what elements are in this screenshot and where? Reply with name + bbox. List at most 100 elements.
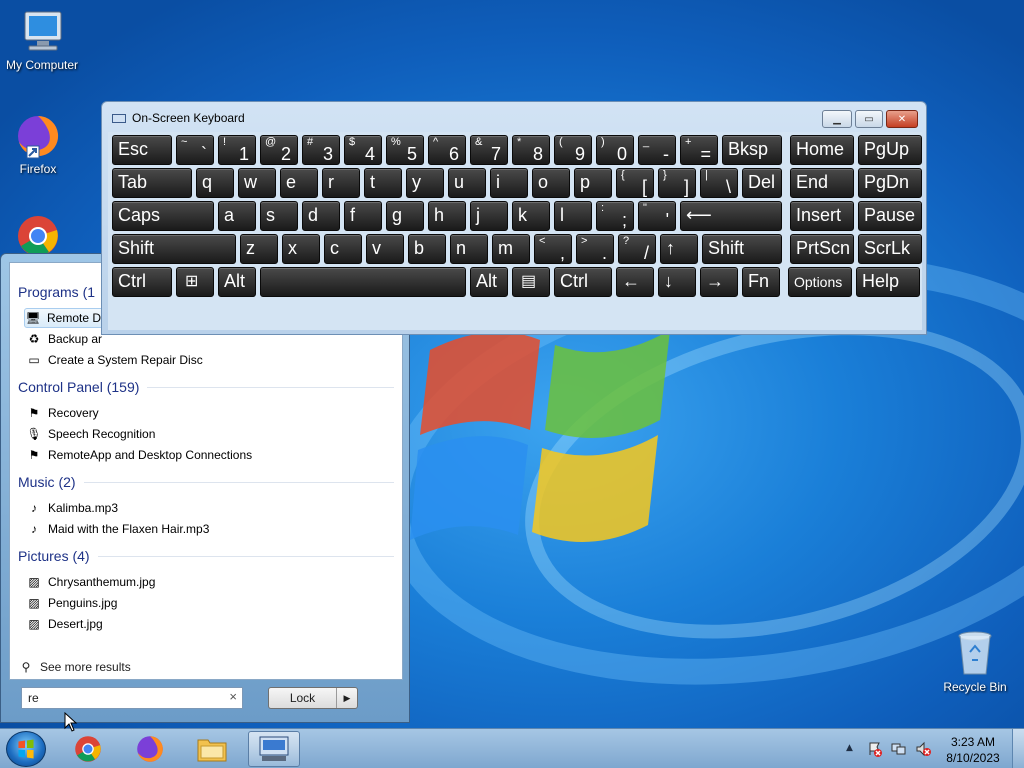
taskbar-firefox[interactable] — [124, 731, 176, 767]
result-remoteapp[interactable]: ⚑ RemoteApp and Desktop Connections — [26, 445, 253, 465]
taskbar-on-screen-keyboard[interactable] — [248, 731, 300, 767]
key-g[interactable]: g — [386, 201, 424, 231]
key-p[interactable]: p — [574, 168, 612, 198]
key-0[interactable]: ) 0 — [596, 135, 634, 165]
taskbar-file-explorer[interactable] — [186, 731, 238, 767]
key-pause[interactable]: Pause — [858, 201, 922, 231]
result-maid-flaxen-hair[interactable]: ♪ Maid with the Flaxen Hair.mp3 — [26, 519, 209, 539]
key-space[interactable] — [260, 267, 466, 297]
key-t[interactable]: t — [364, 168, 402, 198]
key-end[interactable]: End — [790, 168, 854, 198]
key-symbol-3-10[interactable]: ? / — [618, 234, 656, 264]
key-2[interactable]: @2 — [260, 135, 298, 165]
key-shift[interactable]: Shift — [112, 234, 236, 264]
result-penguins[interactable]: ▨ Penguins.jpg — [26, 593, 117, 613]
key-symbol-4-7[interactable]: ← — [616, 267, 654, 297]
key-symbol-0-12[interactable]: _ - — [638, 135, 676, 165]
network-icon[interactable] — [890, 740, 908, 758]
key-del[interactable]: Del — [742, 168, 782, 198]
key-n[interactable]: n — [450, 234, 488, 264]
key-bksp[interactable]: Bksp — [722, 135, 782, 165]
desktop-icon-my-computer[interactable]: My Computer — [0, 8, 84, 72]
key-4[interactable]: $4 — [344, 135, 382, 165]
key-windowslogo[interactable]: ⊞ — [176, 267, 214, 297]
key-help[interactable]: Help — [856, 267, 920, 297]
close-button[interactable]: ✕ — [886, 110, 918, 128]
key-symbol-0-1[interactable]: ~ ` — [176, 135, 214, 165]
key-d[interactable]: d — [302, 201, 340, 231]
result-kalimba[interactable]: ♪ Kalimba.mp3 — [26, 498, 118, 518]
key-u[interactable]: u — [448, 168, 486, 198]
key-pgdn[interactable]: PgDn — [858, 168, 922, 198]
key-tab[interactable]: Tab — [112, 168, 192, 198]
start-search-input[interactable]: re × — [21, 687, 243, 709]
show-hidden-icons-button[interactable]: ▲ — [846, 743, 853, 753]
key-symbol-2-11[interactable]: " ' — [638, 201, 676, 231]
key-c[interactable]: c — [324, 234, 362, 264]
key-i[interactable]: i — [490, 168, 528, 198]
key-a[interactable]: a — [218, 201, 256, 231]
key-7[interactable]: & 7 — [470, 135, 508, 165]
key-insert[interactable]: Insert — [790, 201, 854, 231]
minimize-button[interactable]: ▁ — [822, 110, 852, 128]
key-e[interactable]: e — [280, 168, 318, 198]
group-title-control-panel[interactable]: Control Panel (159) — [18, 379, 394, 395]
osk-title-bar[interactable]: On-Screen Keyboard — [112, 111, 245, 125]
see-more-results-link[interactable]: ⚲ See more results — [18, 659, 131, 675]
key-symbol-4-8[interactable]: ↓ — [658, 267, 696, 297]
key-y[interactable]: y — [406, 168, 444, 198]
key-options[interactable]: Options — [788, 267, 852, 297]
start-button[interactable] — [6, 731, 46, 767]
group-title-pictures[interactable]: Pictures (4) — [18, 548, 394, 564]
key-home[interactable]: Home — [790, 135, 854, 165]
key-z[interactable]: z — [240, 234, 278, 264]
desktop-icon-recycle-bin[interactable]: Recycle Bin — [933, 630, 1017, 694]
key-alt[interactable]: Alt — [218, 267, 256, 297]
key-scrlk[interactable]: ScrLk — [858, 234, 922, 264]
desktop-icon-firefox[interactable]: Firefox — [0, 112, 80, 176]
key-x[interactable]: x — [282, 234, 320, 264]
group-title-music[interactable]: Music (2) — [18, 474, 394, 490]
key-symbol-4-9[interactable]: → — [700, 267, 738, 297]
key-1[interactable]: ! 1 — [218, 135, 256, 165]
key-symbol-2-12[interactable]: ⟵ — [680, 201, 782, 231]
key-q[interactable]: q — [196, 168, 234, 198]
clear-search-icon[interactable]: × — [229, 689, 237, 704]
show-desktop-button[interactable] — [1012, 729, 1024, 768]
key-shift[interactable]: Shift — [702, 234, 782, 264]
key-w[interactable]: w — [238, 168, 276, 198]
key-m[interactable]: m — [492, 234, 530, 264]
result-backup[interactable]: ♻ Backup ar — [26, 329, 102, 349]
taskbar-chrome[interactable] — [62, 731, 114, 767]
maximize-button[interactable]: ▭ — [855, 110, 883, 128]
result-recovery[interactable]: ⚑ Recovery — [26, 403, 99, 423]
key-ctrl[interactable]: Ctrl — [554, 267, 612, 297]
key-symbol-3-8[interactable]: <, — [534, 234, 572, 264]
key-s[interactable]: s — [260, 201, 298, 231]
key-f[interactable]: f — [344, 201, 382, 231]
key-symbol-1-13[interactable]: | \ — [700, 168, 738, 198]
key-fn[interactable]: Fn — [742, 267, 780, 297]
key-j[interactable]: j — [470, 201, 508, 231]
result-chrysanthemum[interactable]: ▨ Chrysanthemum.jpg — [26, 572, 155, 592]
key-l[interactable]: l — [554, 201, 592, 231]
key-8[interactable]: * 8 — [512, 135, 550, 165]
key-k[interactable]: k — [512, 201, 550, 231]
key-caps[interactable]: Caps — [112, 201, 214, 231]
key-5[interactable]: % 5 — [386, 135, 424, 165]
key-prtscn[interactable]: PrtScn — [790, 234, 854, 264]
key-symbol-0-13[interactable]: + = — [680, 135, 718, 165]
key-pgup[interactable]: PgUp — [858, 135, 922, 165]
key-alt[interactable]: Alt — [470, 267, 508, 297]
key-3[interactable]: #3 — [302, 135, 340, 165]
key-symbol-3-11[interactable]: ↑ — [660, 234, 698, 264]
key-symbol-1-11[interactable]: {[ — [616, 168, 654, 198]
key-9[interactable]: (9 — [554, 135, 592, 165]
action-center-icon[interactable] — [866, 740, 884, 758]
key-h[interactable]: h — [428, 201, 466, 231]
key-esc[interactable]: Esc — [112, 135, 172, 165]
clock[interactable]: 3:23 AM 8/10/2023 — [940, 734, 1006, 766]
key-menu[interactable]: ▤ — [512, 267, 550, 297]
key-symbol-1-12[interactable]: }] — [658, 168, 696, 198]
key-6[interactable]: ^ 6 — [428, 135, 466, 165]
